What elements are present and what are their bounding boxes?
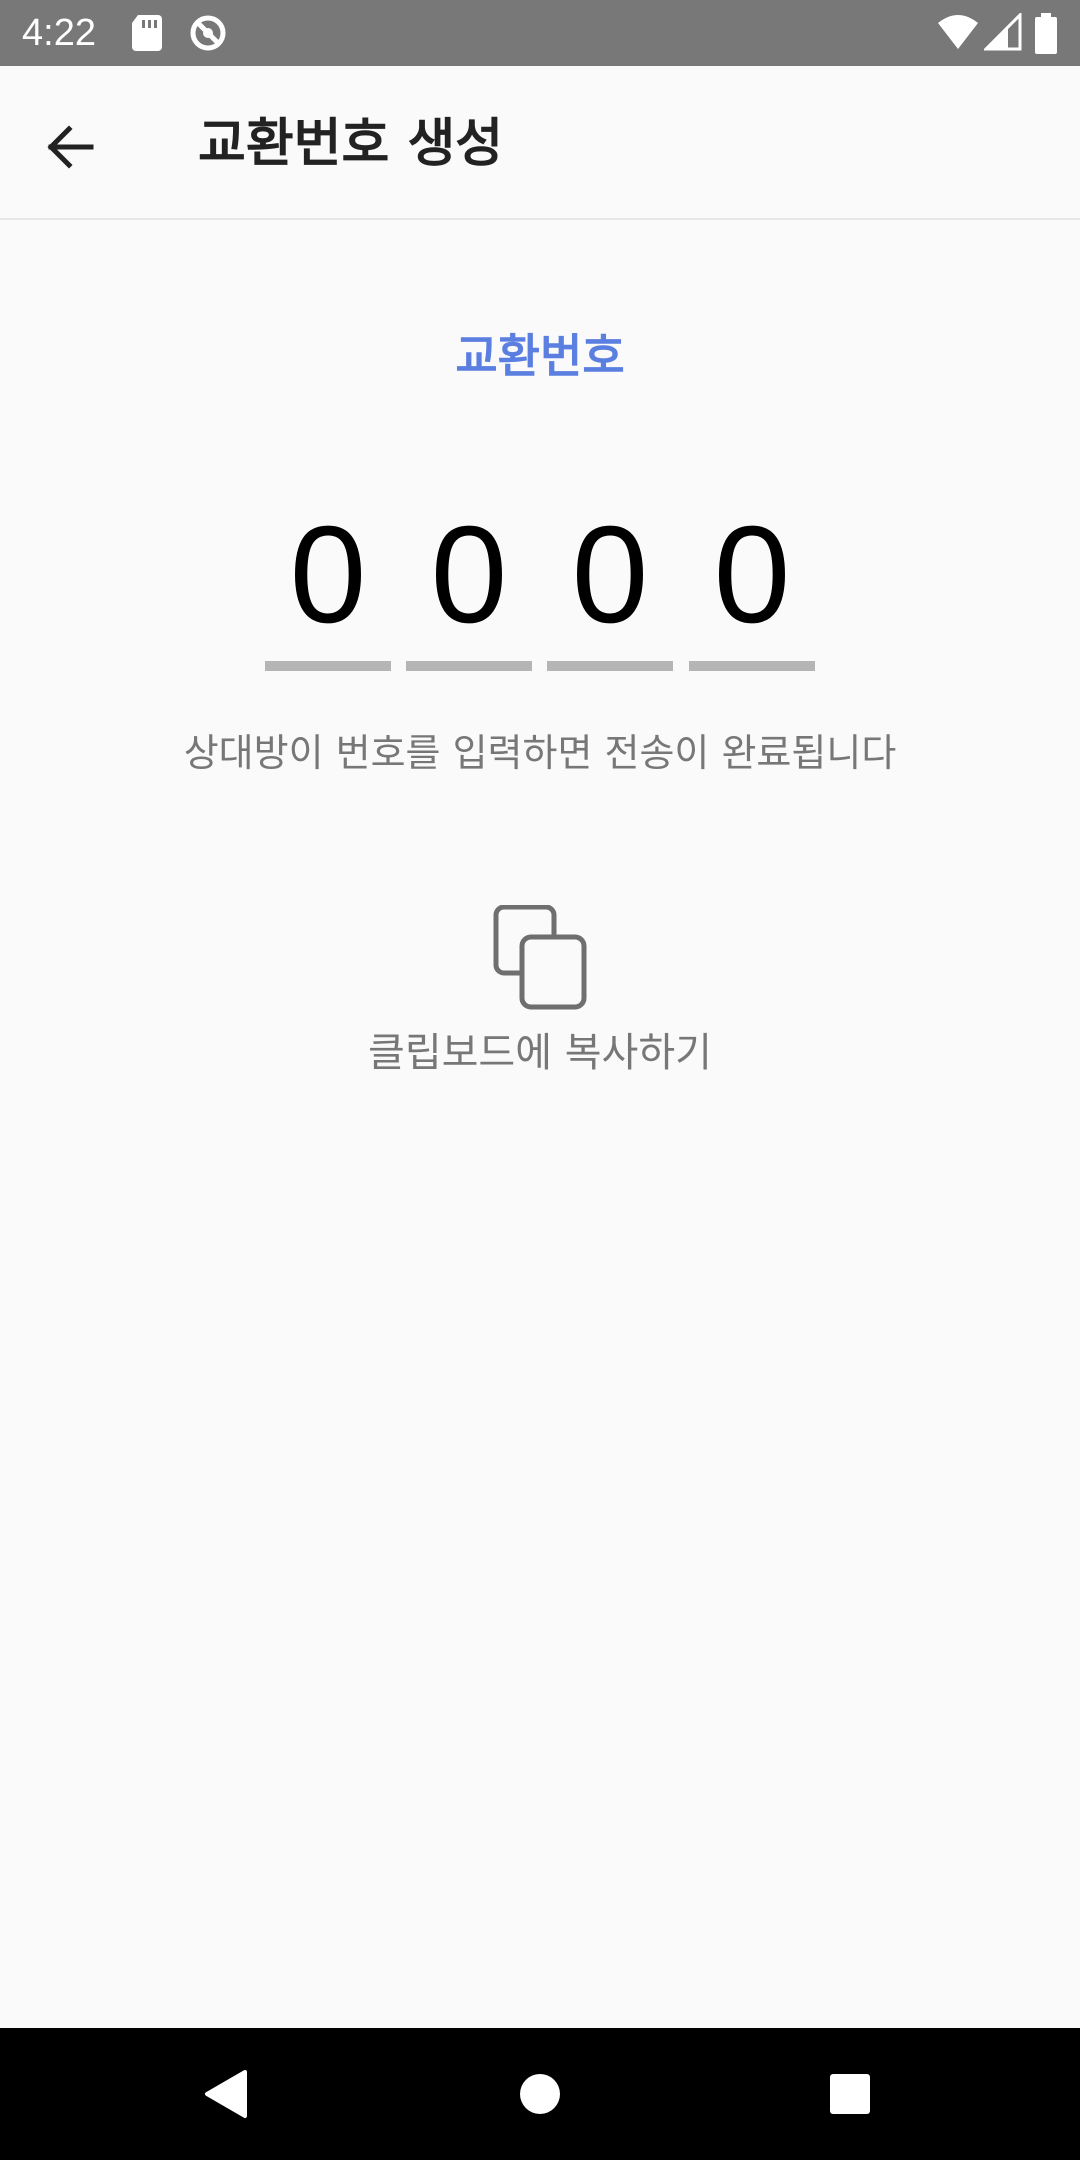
sync-icon <box>188 13 228 57</box>
nav-back-button[interactable] <box>186 2054 266 2134</box>
code-digit-2: 0 <box>406 500 532 675</box>
code-digit-1: 0 <box>265 500 391 675</box>
copy-to-clipboard-label: 클립보드에 복사하기 <box>368 1030 712 1076</box>
status-time: 4:22 <box>22 12 96 54</box>
nav-home-button[interactable] <box>500 2054 580 2134</box>
back-triangle-icon <box>205 2070 247 2118</box>
battery-icon <box>1034 13 1058 59</box>
system-nav-bar <box>0 2028 1080 2160</box>
code-digit-3-underline <box>547 661 673 671</box>
back-button[interactable] <box>30 107 110 187</box>
exchange-code-label: 교환번호 <box>455 329 625 383</box>
code-digit-4-underline <box>689 661 815 671</box>
code-digit-1-value: 0 <box>289 498 367 652</box>
status-bar: 4:22 <box>0 0 1080 66</box>
app-bar: 교환번호 생성 <box>0 66 1080 220</box>
sd-card-icon <box>130 13 164 57</box>
recents-square-icon <box>830 2074 870 2114</box>
code-digit-3: 0 <box>547 500 673 675</box>
nav-recents-button[interactable] <box>810 2054 890 2134</box>
hint-text: 상대방이 번호를 입력하면 전송이 완료됩니다 <box>183 731 897 775</box>
code-digit-2-underline <box>406 661 532 671</box>
code-digit-4-value: 0 <box>713 498 791 652</box>
page-title: 교환번호 생성 <box>198 114 504 174</box>
wifi-icon <box>936 13 980 57</box>
code-digit-2-value: 0 <box>430 498 508 652</box>
code-digit-3-value: 0 <box>571 498 649 652</box>
copy-to-clipboard-button[interactable]: 클립보드에 복사하기 <box>340 904 740 1085</box>
arrow-left-icon <box>47 125 94 169</box>
exchange-code-digits: 0 0 0 0 <box>265 500 815 675</box>
code-digit-4: 0 <box>689 500 815 675</box>
copy-icon <box>490 904 590 1015</box>
home-circle-icon <box>520 2074 560 2114</box>
signal-icon <box>982 11 1022 57</box>
code-digit-1-underline <box>265 661 391 671</box>
